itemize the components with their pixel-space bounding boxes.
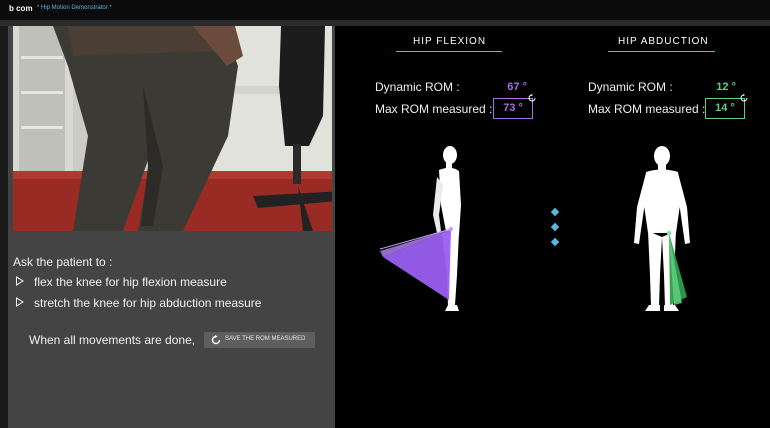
flexion-dynamic-value: 67 °: [507, 81, 527, 93]
abduction-max-label: Max ROM measured :: [588, 102, 706, 116]
flexion-reset-icon[interactable]: [528, 94, 536, 102]
camera-feed: [13, 26, 332, 231]
app-logo: b com: [9, 4, 33, 13]
save-rom-button[interactable]: SAVE THE ROM MEASURED: [204, 332, 315, 348]
abduction-reset-icon[interactable]: [740, 94, 748, 102]
window-title: * Hip Motion Demonstrator *: [37, 5, 112, 11]
abduction-body-figure: [634, 146, 690, 311]
play-triangle-icon: [16, 276, 24, 286]
abduction-max-value-box: 14 °: [705, 98, 745, 119]
flexion-underline: [396, 51, 502, 52]
flexion-max-value: 73 °: [503, 102, 523, 114]
abduction-dynamic-value: 12 °: [716, 81, 736, 93]
abduction-max-value: 14 °: [715, 102, 735, 114]
abduction-underline: [608, 51, 715, 52]
save-rom-button-label: SAVE THE ROM MEASURED: [225, 336, 306, 342]
abduction-title: HIP ABDUCTION: [618, 36, 709, 47]
abduction-dynamic-label: Dynamic ROM :: [588, 80, 673, 94]
flexion-title: HIP FLEXION: [413, 36, 487, 47]
flexion-body-figure: [379, 146, 461, 311]
instruction-intro: Ask the patient to :: [13, 255, 113, 269]
instruction-item-flexion: flex the knee for hip flexion measure: [34, 275, 227, 289]
done-text: When all movements are done,: [29, 333, 196, 347]
flexion-max-label: Max ROM measured :: [375, 102, 493, 116]
flexion-dynamic-label: Dynamic ROM :: [375, 80, 460, 94]
instruction-item-abduction: stretch the knee for hip abduction measu…: [34, 296, 262, 310]
play-triangle-icon: [16, 297, 24, 307]
title-bar: b com * Hip Motion Demonstrator *: [0, 0, 770, 20]
flexion-max-value-box: 73 °: [493, 98, 533, 119]
refresh-icon: [211, 335, 221, 345]
